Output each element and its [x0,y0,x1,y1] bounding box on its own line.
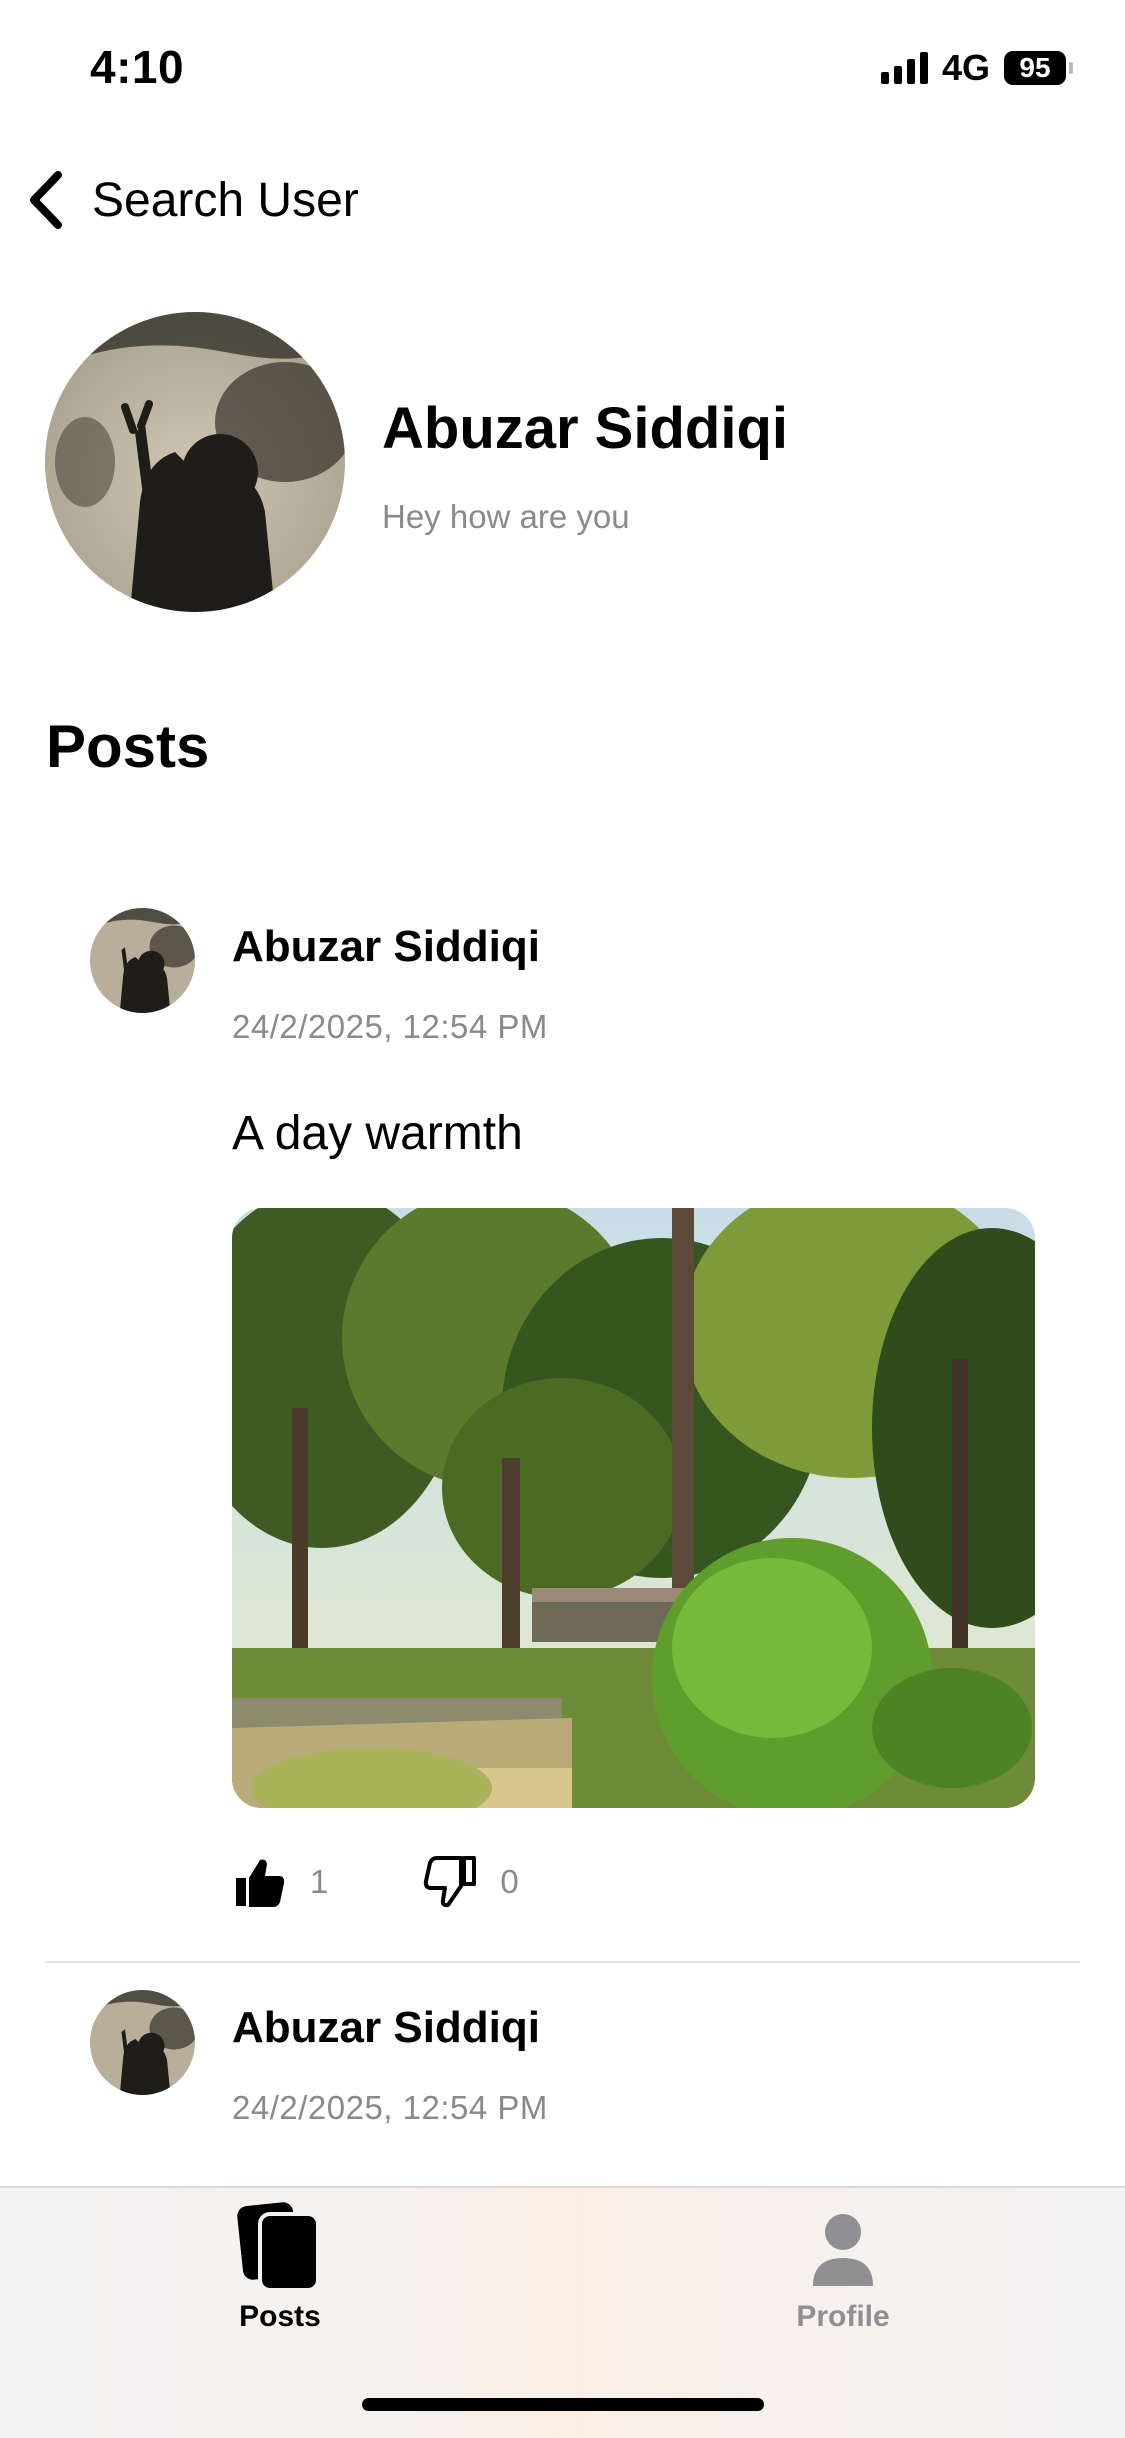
post-timestamp: 24/2/2025, 12:54 PM [232,2089,548,2126]
post-divider [45,1961,1080,1963]
post-author-name: Abuzar Siddiqi [232,2003,540,2052]
like-button[interactable]: 1 [232,1854,328,1910]
network-type: 4G [941,47,990,88]
cellular-signal-icon [880,52,928,84]
nav-header: Search User [0,160,1125,240]
tab-posts-label: Posts [239,2300,321,2333]
dislike-count: 0 [500,1863,519,1900]
tab-profile[interactable]: Profile [713,2188,973,2338]
thumbs-up-icon [236,1859,285,1907]
post-image[interactable] [232,1208,1035,1808]
chevron-left-icon [30,171,62,229]
post-author-avatar [90,908,195,1013]
tab-posts[interactable]: Posts [150,2188,410,2338]
profile-status: Hey how are you [382,498,630,535]
like-count: 1 [310,1863,329,1900]
battery-icon: 95 [1004,51,1073,85]
status-indicators: 4G 95 [880,47,1073,88]
profile-name: Abuzar Siddiqi [382,396,788,461]
status-time: 4:10 [90,41,185,93]
status-bar: 4:10 4G 95 [0,0,1125,136]
post-author-name: Abuzar Siddiqi [232,922,540,971]
back-button[interactable]: Search User [0,169,359,231]
post-author-avatar [90,1990,195,2095]
post-reactions: 1 0 [232,1854,519,1910]
post-timestamp: 24/2/2025, 12:54 PM [232,1008,548,1045]
post-text: A day warmth [232,1107,523,1160]
battery-level: 95 [1004,51,1066,85]
posts-cards-icon [237,2202,320,2292]
person-icon [813,2214,873,2286]
dislike-button[interactable]: 0 [422,1854,519,1910]
profile-avatar [45,312,345,612]
tab-profile-label: Profile [796,2300,890,2333]
home-indicator[interactable] [362,2398,764,2411]
posts-section-title: Posts [46,713,210,780]
thumbs-down-icon [424,1856,477,1908]
back-label: Search User [92,173,359,227]
